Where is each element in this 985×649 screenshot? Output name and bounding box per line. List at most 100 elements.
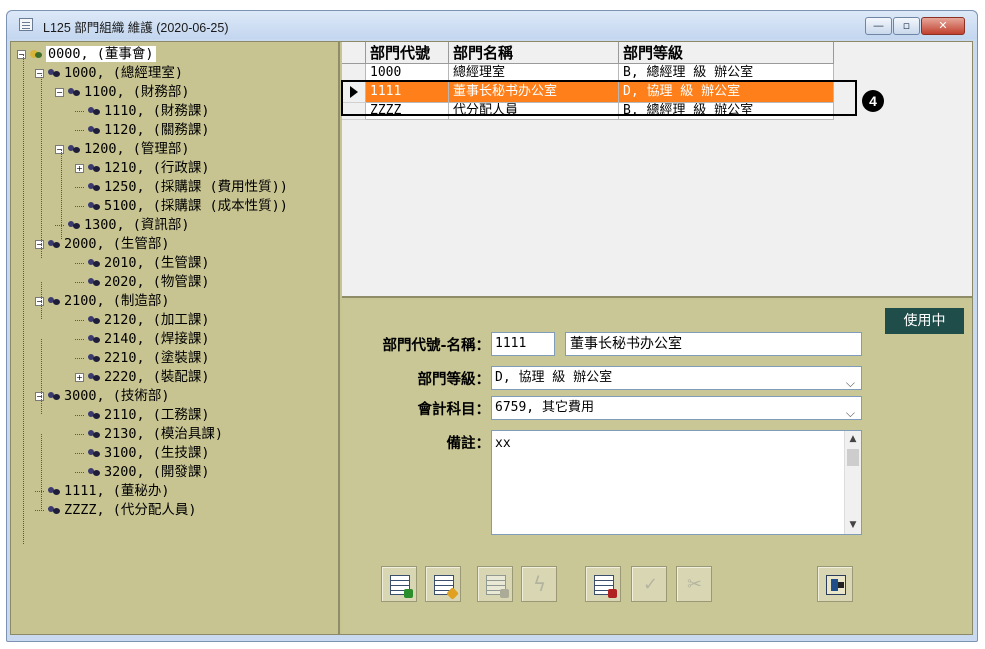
expand-icon[interactable]: +: [75, 372, 84, 382]
tree-node[interactable]: 2130, (模治具課): [75, 425, 223, 443]
tree-connector: [35, 509, 44, 511]
tree-connector: [75, 186, 84, 188]
cancel-button[interactable]: [676, 566, 712, 602]
department-icon: [88, 334, 100, 344]
tree-guide-line: [41, 339, 42, 414]
delete-record-button[interactable]: [477, 566, 513, 602]
tree-node[interactable]: − 1000, (總經理室): [35, 64, 183, 82]
tree-node-label: 2020, (物管課): [104, 274, 210, 290]
tree-node[interactable]: 5100, (採購課 (成本性質)): [75, 197, 288, 215]
cell-dept-level: B, 總經理 級 辦公室: [619, 64, 834, 81]
account-label: 會計科目：: [417, 402, 491, 418]
chevron-down-icon[interactable]: ⌵: [846, 402, 855, 419]
remark-textarea[interactable]: xx ▲ ▼: [491, 430, 862, 535]
add-record-button[interactable]: [381, 566, 417, 602]
title-bar[interactable]: L125 部門組織 維護 (2020-06-25) — ▫ ✕: [7, 11, 977, 39]
tree-node[interactable]: 2020, (物管課): [75, 273, 210, 291]
table-row[interactable]: 1000 總經理室 B, 總經理 級 辦公室: [342, 64, 834, 81]
collapse-icon[interactable]: −: [35, 391, 44, 401]
chevron-down-icon[interactable]: ⌵: [846, 372, 855, 389]
department-icon: [68, 220, 80, 230]
tree-node-label: 1120, (關務課): [104, 122, 210, 138]
scroll-thumb[interactable]: [847, 449, 859, 466]
minimize-button[interactable]: —: [865, 17, 892, 35]
tree-node[interactable]: − 1200, (管理部): [55, 140, 190, 158]
account-select[interactable]: 6759, 其它費用 ⌵: [491, 396, 862, 420]
tree-node-label: 0000, (董事會): [46, 46, 156, 62]
tree-node[interactable]: − 0000, (董事會): [17, 45, 156, 63]
tree-node[interactable]: 1250, (採購課 (費用性質)): [75, 178, 288, 196]
table-delete-icon: [486, 575, 509, 598]
annotation-highlight-box: [341, 80, 857, 116]
collapse-icon[interactable]: −: [35, 68, 44, 78]
annotation-badge: 4: [862, 90, 884, 112]
expand-icon[interactable]: +: [75, 163, 84, 173]
tree-node[interactable]: +2220, (裝配課): [75, 368, 210, 386]
collapse-icon[interactable]: −: [55, 144, 64, 154]
tree-node[interactable]: 1120, (關務課): [75, 121, 210, 139]
tree-node[interactable]: 2010, (生管課): [75, 254, 210, 272]
collapse-icon[interactable]: −: [55, 87, 64, 97]
window-title: L125 部門組織 維護 (2020-06-25): [43, 21, 229, 35]
tree-node[interactable]: ZZZZ, (代分配人員): [35, 501, 197, 519]
exit-button[interactable]: [817, 566, 853, 602]
department-icon: [88, 163, 100, 173]
tree-node[interactable]: − 2000, (生管部): [35, 235, 170, 253]
dept-name-input[interactable]: 董事长秘书办公室: [565, 332, 862, 356]
tree-node[interactable]: 1110, (財務課): [75, 102, 210, 120]
organization-icon: [30, 49, 42, 59]
department-icon: [48, 486, 60, 496]
remark-scrollbar[interactable]: ▲ ▼: [844, 431, 861, 534]
grid-header-row: 部門代號 部門名稱 部門等級: [342, 42, 834, 64]
table-add-icon: [390, 575, 413, 598]
collapse-icon[interactable]: −: [35, 239, 44, 249]
tree-connector: [75, 262, 84, 264]
maximize-button[interactable]: ▫: [893, 17, 920, 35]
header-dept-name[interactable]: 部門名稱: [449, 42, 619, 64]
dept-level-select[interactable]: D, 協理 級 辦公室 ⌵: [491, 366, 862, 390]
confirm-button[interactable]: [631, 566, 667, 602]
tree-node[interactable]: 2120, (加工課): [75, 311, 210, 329]
dept-level-value: D, 協理 級 辦公室: [495, 370, 613, 385]
lightning-button[interactable]: [521, 566, 557, 602]
tree-node[interactable]: − 3000, (技術部): [35, 387, 170, 405]
tree-node[interactable]: 2140, (焊接課): [75, 330, 210, 348]
tree-node-label: 2140, (焊接課): [104, 331, 210, 347]
tree-node[interactable]: 3100, (生技課): [75, 444, 210, 462]
tree-node[interactable]: 2210, (塗裝課): [75, 349, 210, 367]
cell-dept-name: 總經理室: [449, 64, 619, 81]
tree-connector: [75, 319, 84, 321]
tree-node[interactable]: 1300, (資訊部): [55, 216, 190, 234]
edit-record-button[interactable]: [425, 566, 461, 602]
tree-node[interactable]: 2110, (工務課): [75, 406, 210, 424]
lightning-icon: [530, 572, 550, 596]
tree-node[interactable]: − 2100, (制造部): [35, 292, 170, 310]
tree-node[interactable]: +1210, (行政課): [75, 159, 210, 177]
cell-dept-code: 1000: [366, 64, 449, 81]
department-tree[interactable]: −0000, (董事會) −1000, (總經理室) −1100, (財務部) 111…: [11, 42, 340, 634]
tree-node-label: 2000, (生管部): [64, 236, 170, 252]
department-icon: [88, 315, 100, 325]
tree-node[interactable]: 3200, (開發課): [75, 463, 210, 481]
collapse-icon[interactable]: −: [35, 296, 44, 306]
header-dept-level[interactable]: 部門等級: [619, 42, 834, 64]
view-record-button[interactable]: [585, 566, 621, 602]
exit-door-icon: [826, 575, 846, 595]
scroll-up-icon[interactable]: ▲: [845, 431, 861, 448]
collapse-icon[interactable]: −: [17, 49, 26, 59]
tree-node[interactable]: 1111, (董秘办): [35, 482, 170, 500]
tree-node[interactable]: − 1100, (財務部): [55, 83, 190, 101]
close-button[interactable]: ✕: [921, 17, 965, 35]
tree-connector: [75, 357, 84, 359]
row-header[interactable]: [342, 64, 366, 81]
code-name-label: 部門代號-名稱：: [382, 338, 490, 354]
department-icon: [48, 296, 60, 306]
tree-connector: [75, 452, 84, 454]
tree-connector: [75, 338, 84, 340]
scroll-down-icon[interactable]: ▼: [845, 517, 861, 534]
tree-node-label: 2220, (裝配課): [104, 369, 210, 385]
dept-code-input[interactable]: 1111: [491, 332, 555, 356]
header-dept-code[interactable]: 部門代號: [366, 42, 449, 64]
tree-node-label: ZZZZ, (代分配人員): [64, 502, 197, 518]
table-view-icon: [594, 575, 617, 598]
